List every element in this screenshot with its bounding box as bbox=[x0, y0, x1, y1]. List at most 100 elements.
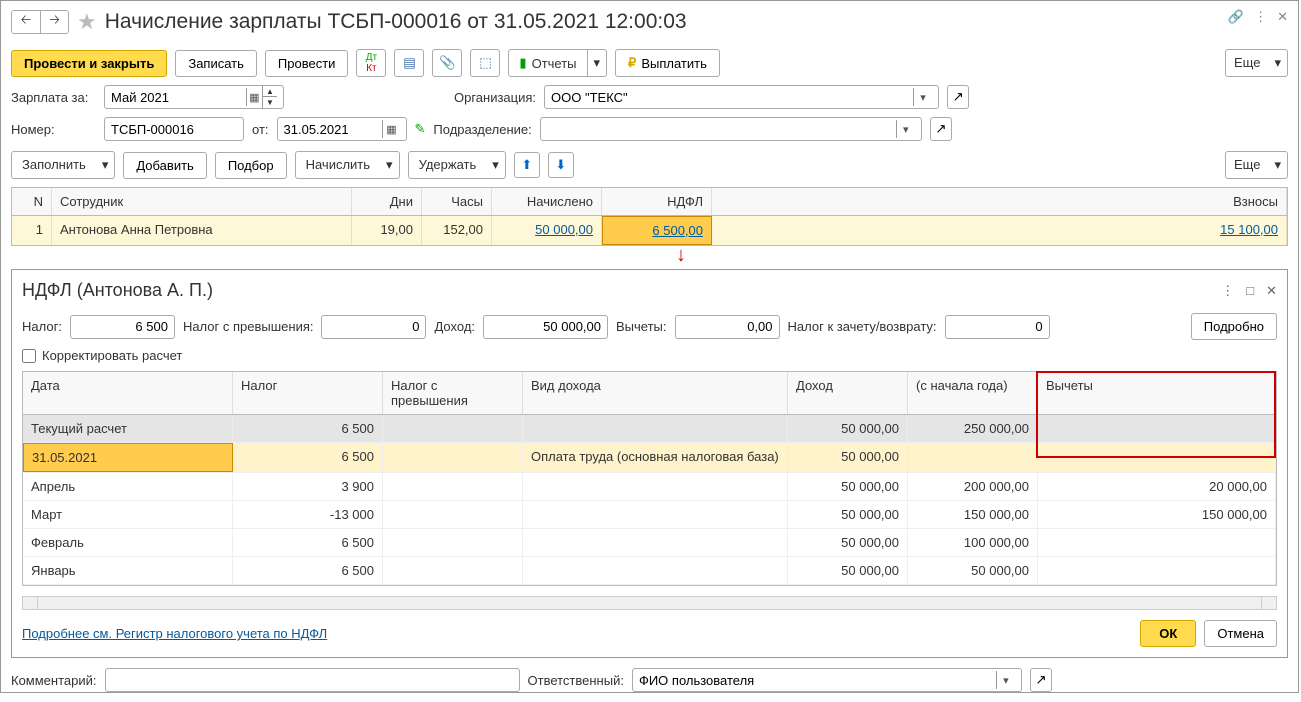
open-reference-button[interactable]: ↗ bbox=[1030, 668, 1052, 692]
details-button[interactable]: Подробно bbox=[1191, 313, 1277, 340]
open-icon: ↗ bbox=[952, 89, 963, 105]
chevron-down-icon[interactable]: ▾ bbox=[896, 120, 915, 138]
pick-button[interactable]: Подбор bbox=[215, 152, 287, 179]
more-dropdown-2[interactable]: Еще▾ bbox=[1225, 151, 1288, 179]
deductions-input[interactable] bbox=[675, 315, 780, 339]
income-input[interactable] bbox=[483, 315, 608, 339]
ndfl-register-link[interactable]: Подробнее см. Регистр налогового учета п… bbox=[22, 626, 327, 641]
col-tax-excess: Налог с превышения bbox=[383, 372, 523, 414]
open-reference-button[interactable]: ↗ bbox=[947, 85, 969, 109]
more-dropdown[interactable]: Еще ▾ bbox=[1225, 49, 1288, 77]
structure-icon: ⬚ bbox=[479, 55, 492, 71]
income-label: Доход: bbox=[434, 319, 475, 334]
table-row[interactable]: Текущий расчет6 50050 000,00250 000,00 bbox=[23, 415, 1276, 443]
dtkt-icon-button[interactable]: ДтКт bbox=[356, 49, 386, 77]
arrow-down-icon: ⬇ bbox=[555, 157, 566, 173]
date-input[interactable] bbox=[284, 122, 383, 137]
post-button[interactable]: Провести bbox=[265, 50, 349, 77]
post-and-close-button[interactable]: Провести и закрыть bbox=[11, 50, 167, 77]
employee-grid: N Сотрудник Дни Часы Начислено НДФЛ Взно… bbox=[11, 187, 1288, 246]
close-icon[interactable]: ✕ bbox=[1277, 9, 1288, 25]
table-row[interactable]: Март-13 00050 000,00150 000,00150 000,00 bbox=[23, 501, 1276, 529]
spin-down-icon[interactable]: ▼ bbox=[263, 97, 277, 108]
organization-input[interactable] bbox=[551, 90, 913, 105]
col-date: Дата bbox=[23, 372, 233, 414]
col-days: Дни bbox=[352, 188, 422, 215]
tax-credit-input[interactable] bbox=[945, 315, 1050, 339]
number-input[interactable] bbox=[111, 122, 237, 137]
calendar-icon[interactable]: ▦ bbox=[382, 120, 399, 138]
tax-excess-input[interactable] bbox=[321, 315, 426, 339]
horizontal-scrollbar[interactable] bbox=[22, 596, 1277, 610]
attach-icon-button[interactable]: 📎 bbox=[432, 49, 462, 77]
col-income: Доход bbox=[788, 372, 908, 414]
maximize-icon[interactable]: □ bbox=[1246, 283, 1254, 299]
chart-icon: ▮ bbox=[519, 55, 526, 71]
fill-dropdown[interactable]: Заполнить▾ bbox=[11, 151, 115, 179]
comment-label: Комментарий: bbox=[11, 673, 97, 688]
close-panel-icon[interactable]: ✕ bbox=[1266, 283, 1277, 299]
link-icon[interactable]: 🔗 bbox=[1228, 9, 1244, 25]
add-button[interactable]: Добавить bbox=[123, 152, 206, 179]
move-down-button[interactable]: ⬇ bbox=[548, 152, 574, 178]
open-reference-button[interactable]: ↗ bbox=[930, 117, 952, 141]
more-vertical-icon[interactable]: ⋮ bbox=[1221, 283, 1234, 299]
col-contributions: Взносы bbox=[712, 188, 1287, 215]
favorite-star-icon[interactable]: ★ bbox=[77, 9, 97, 35]
salary-period-label: Зарплата за: bbox=[11, 90, 96, 105]
col-income-type: Вид дохода bbox=[523, 372, 788, 414]
save-button[interactable]: Записать bbox=[175, 50, 257, 77]
comment-input[interactable] bbox=[112, 673, 513, 688]
tax-excess-label: Налог с превышения: bbox=[183, 319, 314, 334]
document-icon: ▤ bbox=[403, 55, 416, 71]
col-hours: Часы bbox=[422, 188, 492, 215]
contributions-link[interactable]: 15 100,00 bbox=[1220, 222, 1278, 237]
table-row[interactable]: 31.05.20216 500Оплата труда (основная на… bbox=[23, 443, 1276, 473]
tax-label: Налог: bbox=[22, 319, 62, 334]
nav-forward-button[interactable]: 🡢 bbox=[40, 11, 68, 33]
organization-label: Организация: bbox=[454, 90, 536, 105]
table-row[interactable]: Январь6 50050 000,0050 000,00 bbox=[23, 557, 1276, 585]
salary-period-input[interactable] bbox=[111, 90, 246, 105]
col-year-total: (с начала года) bbox=[908, 372, 1038, 414]
chevron-down-icon[interactable]: ▾ bbox=[996, 671, 1015, 689]
tax-input[interactable] bbox=[70, 315, 175, 339]
edit-inline-icon[interactable]: ✎ bbox=[415, 121, 426, 137]
col-ndfl: НДФЛ bbox=[602, 188, 712, 215]
arrow-up-icon: ⬆ bbox=[521, 157, 532, 173]
number-label: Номер: bbox=[11, 122, 96, 137]
cancel-button[interactable]: Отмена bbox=[1204, 620, 1277, 647]
arrow-left-icon: 🡠 bbox=[21, 11, 32, 33]
chevron-down-icon: ▾ bbox=[588, 50, 607, 76]
col-accrued: Начислено bbox=[492, 188, 602, 215]
withhold-dropdown[interactable]: Удержать▾ bbox=[408, 151, 506, 179]
responsible-input[interactable] bbox=[639, 673, 996, 688]
table-row[interactable]: 1 Антонова Анна Петровна 19,00 152,00 50… bbox=[12, 216, 1287, 245]
accrued-link[interactable]: 50 000,00 bbox=[535, 222, 593, 237]
col-employee: Сотрудник bbox=[52, 188, 352, 215]
nav-back-button[interactable]: 🡠 bbox=[12, 11, 40, 33]
ruble-icon: ₽ bbox=[628, 55, 636, 71]
open-icon: ↗ bbox=[1035, 672, 1046, 688]
paperclip-icon: 📎 bbox=[439, 55, 456, 71]
department-input[interactable] bbox=[547, 122, 896, 137]
panel-title: НДФЛ (Антонова А. П.) bbox=[22, 280, 1221, 301]
structure-icon-button[interactable]: ⬚ bbox=[470, 49, 500, 77]
col-tax: Налог bbox=[233, 372, 383, 414]
pay-button[interactable]: ₽Выплатить bbox=[615, 49, 720, 77]
col-n: N bbox=[12, 188, 52, 215]
spin-up-icon[interactable]: ▲ bbox=[263, 86, 277, 97]
correct-calculation-checkbox[interactable] bbox=[22, 349, 36, 363]
document-icon-button[interactable]: ▤ bbox=[394, 49, 424, 77]
accrue-dropdown[interactable]: Начислить▾ bbox=[295, 151, 400, 179]
chevron-down-icon[interactable]: ▾ bbox=[913, 88, 932, 106]
ndfl-link[interactable]: 6 500,00 bbox=[652, 223, 703, 238]
ok-button[interactable]: ОК bbox=[1140, 620, 1196, 647]
correct-calculation-label: Корректировать расчет bbox=[42, 348, 182, 363]
more-vertical-icon[interactable]: ⋮ bbox=[1254, 9, 1267, 25]
table-row[interactable]: Апрель3 90050 000,00200 000,0020 000,00 bbox=[23, 473, 1276, 501]
move-up-button[interactable]: ⬆ bbox=[514, 152, 540, 178]
reports-dropdown[interactable]: ▮Отчеты ▾ bbox=[508, 49, 607, 77]
calendar-icon[interactable]: ▦ bbox=[246, 88, 262, 106]
table-row[interactable]: Февраль6 50050 000,00100 000,00 bbox=[23, 529, 1276, 557]
